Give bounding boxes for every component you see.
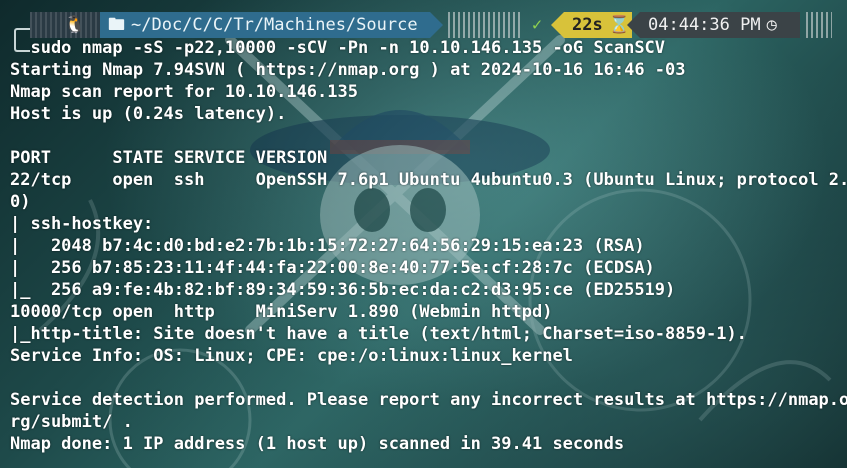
duration-segment: 22s ⌛ — [551, 12, 632, 38]
prompt-bar: 🐧 🖿 ~/Doc/C/C/Tr/Machines/Source ✓ 22s ⌛… — [0, 12, 847, 38]
output-line: | 256 b7:85:23:11:4f:44:fa:22:00:8e:40:7… — [10, 258, 655, 278]
output-line: | 2048 b7:4c:d0:bd:e2:7b:1b:15:72:27:64:… — [10, 236, 645, 256]
output-line: Host is up (0.24s latency). — [10, 104, 287, 124]
tux-icon: 🐧 — [64, 15, 86, 35]
prompt-filler — [448, 12, 520, 38]
output-line: 10000/tcp open http MiniServ 1.890 (Webm… — [10, 302, 553, 322]
command-line: sudo nmap -sS -p22,10000 -sCV -Pn -n 10.… — [10, 38, 666, 58]
output-line: Service detection performed. Please repo… — [10, 390, 847, 410]
clock-icon: ◷ — [766, 15, 777, 35]
output-line: PORT STATE SERVICE VERSION — [10, 148, 328, 168]
os-segment: 🐧 — [30, 12, 100, 38]
prompt-filler-right — [806, 12, 832, 38]
folder-icon: 🖿 — [108, 15, 125, 35]
output-line: Nmap done: 1 IP address (1 host up) scan… — [10, 434, 625, 454]
output-line: |_http-title: Site doesn't have a title … — [10, 324, 747, 344]
current-path: ~/Doc/C/C/Tr/Machines/Source — [131, 15, 418, 35]
output-line: | ssh-hostkey: — [10, 214, 154, 234]
output-line: rg/submit/ . — [10, 412, 133, 432]
path-segment: 🖿 ~/Doc/C/C/Tr/Machines/Source — [100, 12, 443, 38]
terminal-window[interactable]: 🐧 🖿 ~/Doc/C/C/Tr/Machines/Source ✓ 22s ⌛… — [0, 0, 847, 468]
status-ok: ✓ — [531, 15, 543, 35]
output-line: 22/tcp open ssh OpenSSH 7.6p1 Ubuntu 4ub… — [10, 170, 847, 190]
output-line: Nmap scan report for 10.10.146.135 — [10, 82, 358, 102]
clock-segment: 04:44:36 PM ◷ — [627, 12, 800, 38]
output-line: Starting Nmap 7.94SVN ( https://nmap.org… — [10, 60, 686, 80]
output-line: |_ 256 a9:fe:4b:82:bf:89:34:59:36:5b:ec:… — [10, 280, 676, 300]
duration-value: 22s — [572, 15, 603, 35]
output-line: Service Info: OS: Linux; CPE: cpe:/o:lin… — [10, 346, 573, 366]
output-line: 0) — [10, 192, 31, 212]
terminal-output[interactable]: sudo nmap -sS -p22,10000 -sCV -Pn -n 10.… — [10, 37, 847, 455]
clock-value: 04:44:36 PM — [648, 15, 761, 35]
